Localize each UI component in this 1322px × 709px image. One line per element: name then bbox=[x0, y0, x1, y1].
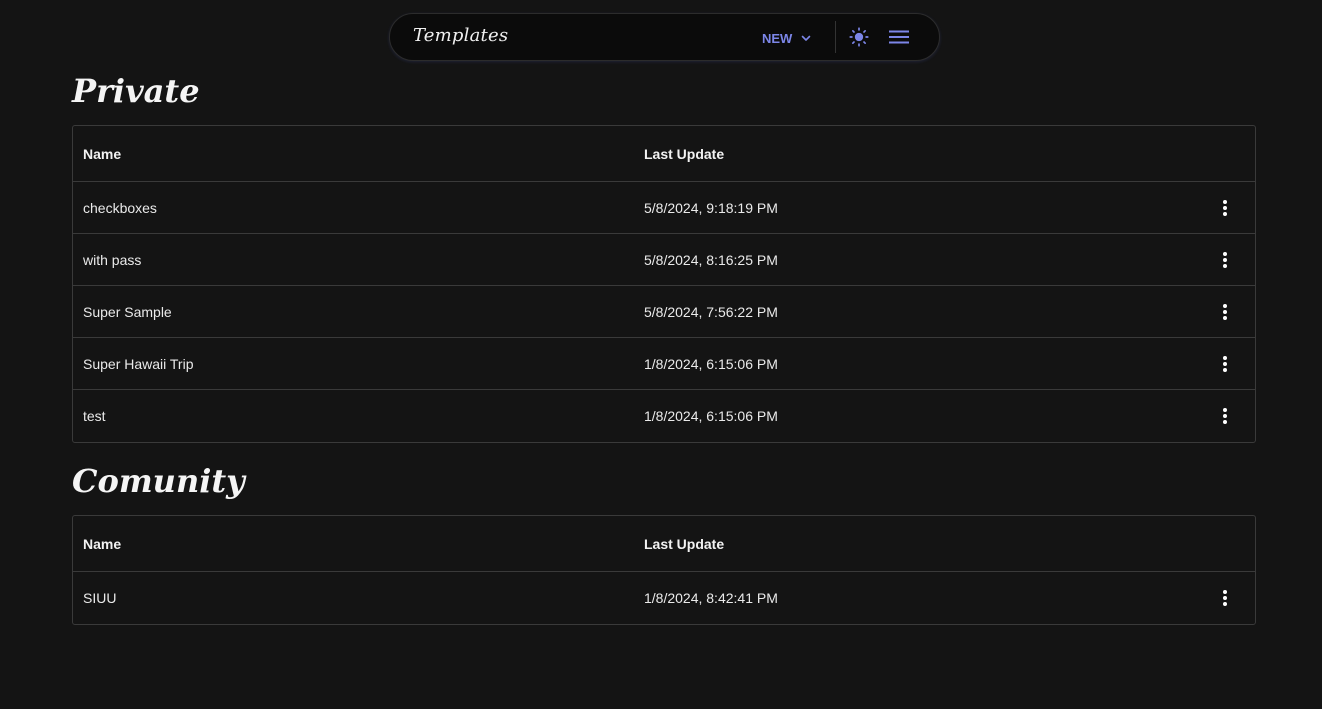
more-vertical-icon bbox=[1222, 303, 1227, 320]
more-vertical-icon bbox=[1222, 355, 1227, 372]
community-templates-table: Name Last Update SIUU 1/8/2024, 8:42:41 … bbox=[72, 515, 1256, 625]
column-header-last-update: Last Update bbox=[644, 535, 725, 552]
template-last-update: 1/8/2024, 8:42:41 PM bbox=[644, 590, 778, 606]
more-vertical-icon bbox=[1222, 590, 1227, 606]
table-row[interactable]: Super Sample 5/8/2024, 7:56:22 PM bbox=[73, 286, 1255, 338]
template-name: with pass bbox=[83, 251, 142, 268]
column-header-name: Name bbox=[83, 535, 122, 552]
chevron-down-icon bbox=[802, 35, 811, 41]
column-header-last-update: Last Update bbox=[644, 145, 725, 162]
row-more-button[interactable] bbox=[1211, 298, 1239, 326]
template-last-update: 5/8/2024, 9:18:19 PM bbox=[644, 199, 778, 216]
more-vertical-icon bbox=[1222, 251, 1227, 268]
new-button-label: NEW bbox=[762, 30, 793, 46]
table-row[interactable]: test 1/8/2024, 6:15:06 PM bbox=[73, 390, 1255, 442]
hamburger-menu-icon bbox=[889, 30, 909, 44]
new-template-button[interactable]: NEW bbox=[762, 27, 812, 49]
template-name: Super Sample bbox=[83, 303, 172, 320]
template-name: test bbox=[83, 408, 106, 424]
sun-icon bbox=[849, 27, 869, 47]
column-header-name: Name bbox=[83, 145, 122, 162]
template-last-update: 1/8/2024, 6:15:06 PM bbox=[644, 355, 778, 372]
page-title: Templates bbox=[413, 25, 509, 46]
row-more-button[interactable] bbox=[1211, 584, 1239, 612]
main-menu-button[interactable] bbox=[887, 25, 911, 49]
private-templates-table: Name Last Update checkboxes 5/8/2024, 9:… bbox=[72, 125, 1256, 443]
template-name: Super Hawaii Trip bbox=[83, 355, 194, 372]
template-last-update: 1/8/2024, 6:15:06 PM bbox=[644, 408, 778, 424]
row-more-button[interactable] bbox=[1211, 246, 1239, 274]
row-more-button[interactable] bbox=[1211, 402, 1239, 430]
table-header: Name Last Update bbox=[73, 516, 1255, 572]
toolbar-divider bbox=[835, 21, 836, 53]
table-header: Name Last Update bbox=[73, 126, 1255, 182]
table-row[interactable]: with pass 5/8/2024, 8:16:25 PM bbox=[73, 234, 1255, 286]
more-vertical-icon bbox=[1222, 199, 1227, 216]
table-row[interactable]: SIUU 1/8/2024, 8:42:41 PM bbox=[73, 572, 1255, 624]
template-last-update: 5/8/2024, 7:56:22 PM bbox=[644, 303, 778, 320]
template-name: checkboxes bbox=[83, 199, 157, 216]
table-row[interactable]: Super Hawaii Trip 1/8/2024, 6:15:06 PM bbox=[73, 338, 1255, 390]
row-more-button[interactable] bbox=[1211, 350, 1239, 378]
row-more-button[interactable] bbox=[1211, 194, 1239, 222]
table-row[interactable]: checkboxes 5/8/2024, 9:18:19 PM bbox=[73, 182, 1255, 234]
community-section-title: Comunity bbox=[72, 462, 245, 500]
more-vertical-icon bbox=[1222, 408, 1227, 424]
template-name: SIUU bbox=[83, 590, 117, 606]
app-bar: Templates NEW bbox=[389, 13, 940, 61]
theme-toggle-button[interactable] bbox=[847, 25, 871, 49]
template-last-update: 5/8/2024, 8:16:25 PM bbox=[644, 251, 778, 268]
private-section-title: Private bbox=[72, 72, 200, 110]
